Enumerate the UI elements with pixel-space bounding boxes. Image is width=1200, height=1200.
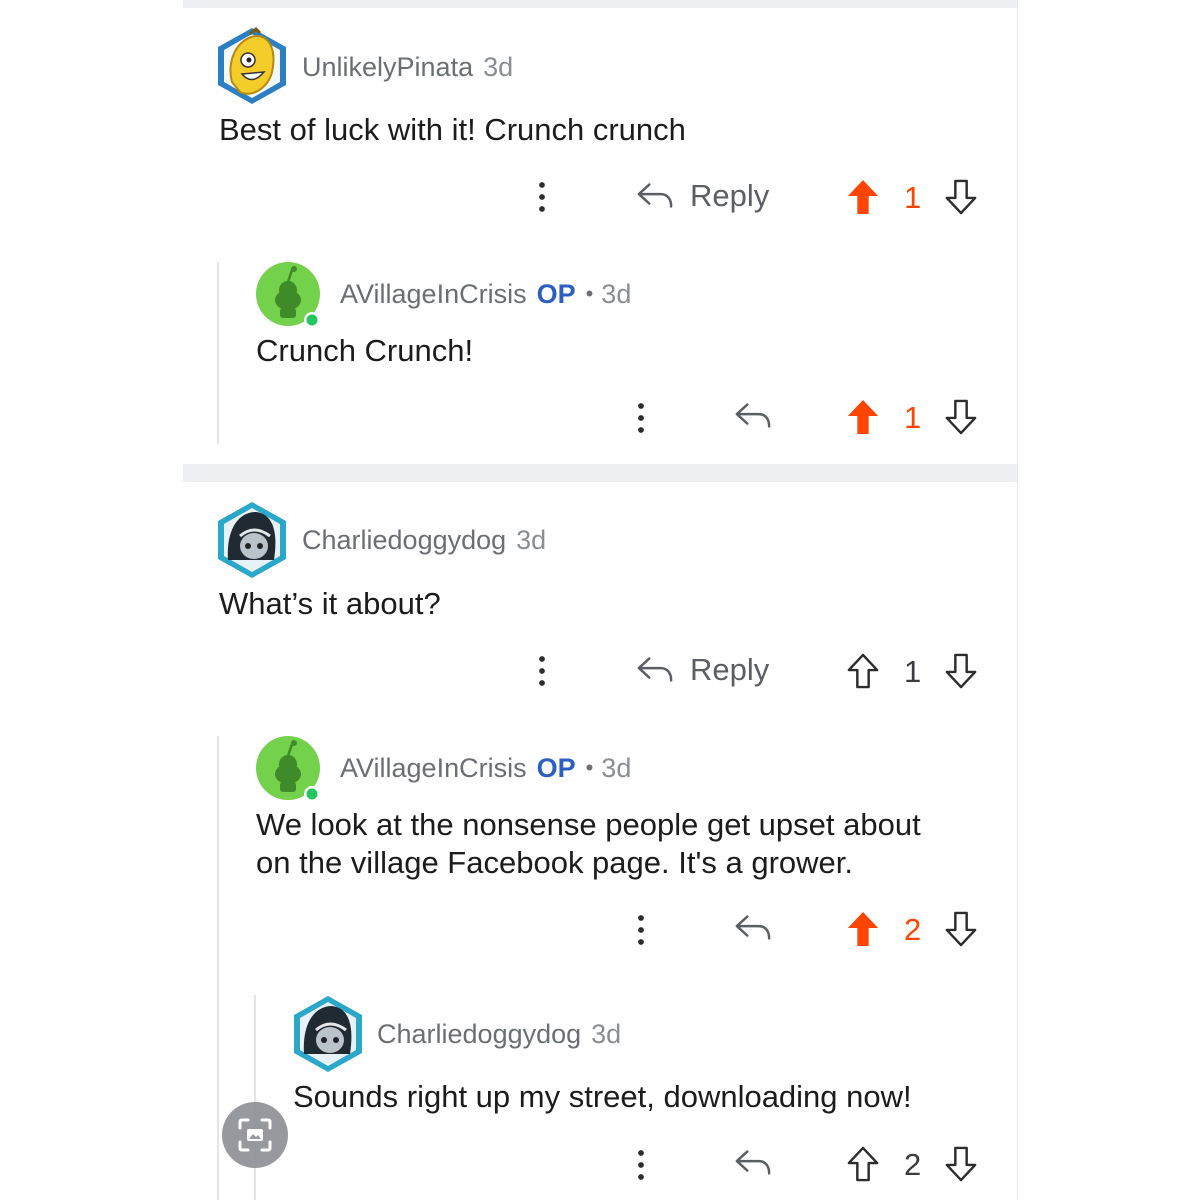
separator-dot: • [585,281,594,306]
comment-header: AVillageInCrisis OP • 3d [340,277,631,311]
thread-divider [183,464,1017,482]
upvote-arrow-icon[interactable] [846,652,880,690]
comment-header: AVillageInCrisis OP • 3d [340,751,631,785]
reply-label: Reply [690,652,770,687]
hooded-avatar-icon[interactable] [216,500,288,585]
thread-line [217,262,219,444]
upvote-arrow-icon[interactable] [846,1145,880,1183]
comment-age: 3d [483,51,514,82]
downvote-arrow-icon[interactable] [944,398,978,436]
reply-label: Reply [690,178,770,213]
more-options-icon[interactable] [537,655,547,687]
comment-body: Sounds right up my street, downloading n… [293,1079,912,1114]
feed-top-divider [183,0,1017,8]
more-options-icon[interactable] [537,181,547,213]
vote-count: 2 [904,1147,922,1182]
username[interactable]: Charliedoggydog [377,1019,581,1050]
comment-age: 3d [591,1018,622,1049]
thread-line [217,736,219,1200]
downvote-arrow-icon[interactable] [944,652,978,690]
downvote-arrow-icon[interactable] [944,1145,978,1183]
username[interactable]: Charliedoggydog [302,525,506,556]
reply-arrow-icon[interactable] [734,400,772,432]
username[interactable]: AVillageInCrisis [340,279,527,310]
comment-body: Crunch Crunch! [256,333,474,368]
comment-body-line: on the village Facebook page. It's a gro… [256,845,854,880]
op-badge: OP [536,278,576,309]
comment-header: Charliedoggydog 3d [302,523,546,557]
banana-avatar-icon[interactable] [216,26,288,111]
vote-count: 1 [904,400,922,435]
comment-header: UnlikelyPinata 3d [302,50,513,84]
reply-arrow-icon [636,180,674,212]
comment-age: 3d [516,524,547,555]
reply-arrow-icon[interactable] [734,1147,772,1179]
reply-arrow-icon[interactable] [734,912,772,944]
snoo-avatar-icon[interactable] [254,736,326,809]
screenshot-capture-button[interactable] [222,1102,288,1168]
username[interactable]: AVillageInCrisis [340,753,527,784]
vote-count: 2 [904,912,922,947]
more-options-icon[interactable] [636,914,646,946]
more-options-icon[interactable] [636,402,646,434]
comment-age: 3d [601,752,632,783]
feed-right-border [1017,0,1018,1200]
more-options-icon[interactable] [636,1149,646,1181]
reply-button[interactable]: Reply [636,178,769,214]
hooded-avatar-icon[interactable] [292,994,364,1079]
op-badge: OP [536,752,576,783]
downvote-arrow-icon[interactable] [944,178,978,216]
snoo-avatar-icon[interactable] [254,262,326,335]
downvote-arrow-icon[interactable] [944,910,978,948]
vote-count: 1 [904,180,922,215]
reply-arrow-icon [636,654,674,686]
comment-body: Best of luck with it! Crunch crunch [219,112,686,147]
username[interactable]: UnlikelyPinata [302,52,473,83]
upvote-arrow-icon[interactable] [846,398,880,436]
vote-count: 1 [904,654,922,689]
comment-body: What’s it about? [219,586,441,621]
comment-header: Charliedoggydog 3d [377,1017,621,1051]
upvote-arrow-icon[interactable] [846,178,880,216]
screenshot-capture-icon [222,1118,288,1172]
comment-body-line: We look at the nonsense people get upset… [256,807,921,842]
separator-dot: • [585,755,594,780]
comment-age: 3d [601,278,632,309]
reply-button[interactable]: Reply [636,652,769,688]
upvote-arrow-icon[interactable] [846,910,880,948]
